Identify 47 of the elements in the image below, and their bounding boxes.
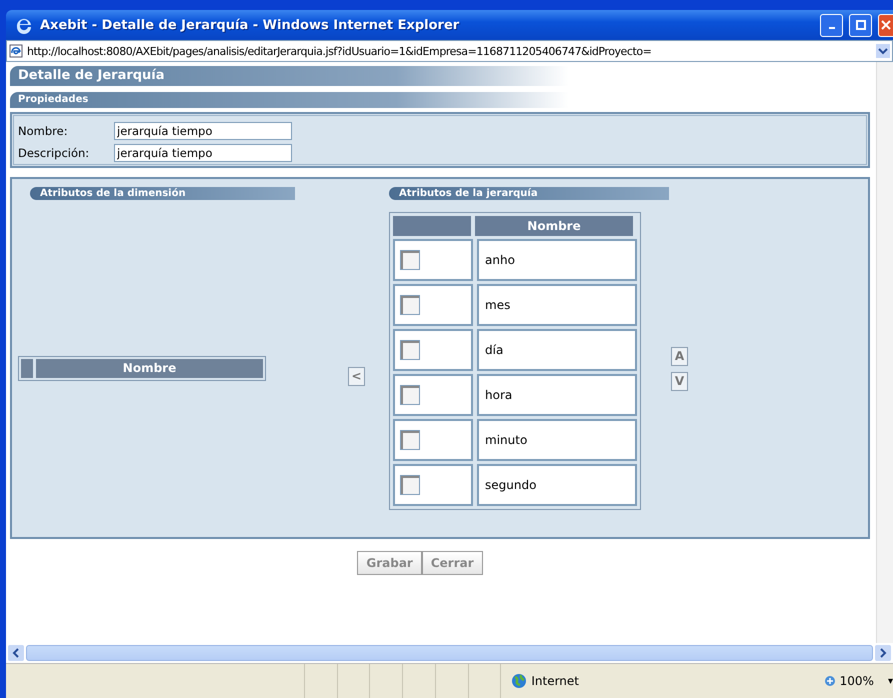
text-field[interactable]: jerarquía tiempo bbox=[114, 122, 292, 140]
minimize-button[interactable] bbox=[820, 14, 843, 36]
field-label: Nombre: bbox=[18, 124, 69, 138]
url-text: http://localhost:8080/AXEbit/pages/analisis/editarJerarquia.jsf?idUsuario=1&idEmpresa=1168711205406747&idProyecto= bbox=[27, 44, 652, 58]
zoom-level[interactable]: 100% bbox=[840, 674, 874, 688]
address-bar[interactable]: http://localhost:8080/AXEbit/pages/analisis/editarJerarquia.jsf?idUsuario=1&idEmpresa=1168711205406747&idProyecto= bbox=[6, 40, 893, 62]
window-title: Axebit - Detalle de Jerarquía - Windows Internet Explorer bbox=[40, 18, 460, 32]
field-label: Descripción: bbox=[18, 146, 90, 160]
zoom-icon bbox=[824, 675, 836, 687]
dropdown-icon[interactable] bbox=[876, 44, 890, 58]
table-header-cell bbox=[21, 359, 33, 378]
minimize-icon bbox=[828, 27, 834, 29]
zone-text: Internet bbox=[531, 674, 579, 688]
text-field[interactable]: jerarquía tiempo bbox=[114, 144, 292, 162]
checkbox[interactable] bbox=[400, 430, 420, 450]
table-cell: hora bbox=[477, 374, 637, 416]
table-cell: segundo bbox=[477, 464, 637, 506]
scroll-thumb[interactable] bbox=[26, 645, 873, 661]
maximize-icon bbox=[856, 20, 866, 30]
panel-title: Atributos de la jerarquía bbox=[389, 187, 669, 200]
order-button[interactable]: A bbox=[671, 347, 688, 366]
checkbox[interactable] bbox=[400, 475, 420, 495]
column-header: Nombre bbox=[475, 216, 633, 236]
chevron-right-icon bbox=[878, 648, 888, 658]
table-cell: mes bbox=[477, 284, 637, 326]
close-icon bbox=[881, 20, 891, 30]
close-button[interactable] bbox=[878, 14, 893, 36]
checkbox[interactable] bbox=[400, 385, 420, 405]
checkbox[interactable] bbox=[400, 340, 420, 360]
scroll-right-button[interactable] bbox=[875, 645, 891, 661]
zoom-menu-arrow[interactable]: ▾ bbox=[888, 676, 893, 686]
checkbox[interactable] bbox=[400, 295, 420, 315]
maximize-button[interactable] bbox=[849, 14, 872, 36]
page-icon bbox=[9, 44, 23, 58]
column-header: Nombre bbox=[36, 359, 263, 378]
scroll-left-button[interactable] bbox=[8, 645, 24, 661]
chevron-left-icon bbox=[11, 648, 21, 658]
table-cell: minuto bbox=[477, 419, 637, 461]
vertical-scrollbar[interactable] bbox=[876, 62, 893, 643]
panel-title: Atributos de la dimensión bbox=[30, 187, 295, 200]
checkbox[interactable] bbox=[400, 250, 420, 270]
table-cell: día bbox=[477, 329, 637, 371]
horizontal-scrollbar[interactable] bbox=[6, 643, 893, 663]
order-button[interactable]: V bbox=[671, 372, 688, 391]
move-left-button[interactable]: < bbox=[348, 367, 365, 386]
table-cell: anho bbox=[477, 239, 637, 281]
globe-icon bbox=[511, 673, 528, 689]
